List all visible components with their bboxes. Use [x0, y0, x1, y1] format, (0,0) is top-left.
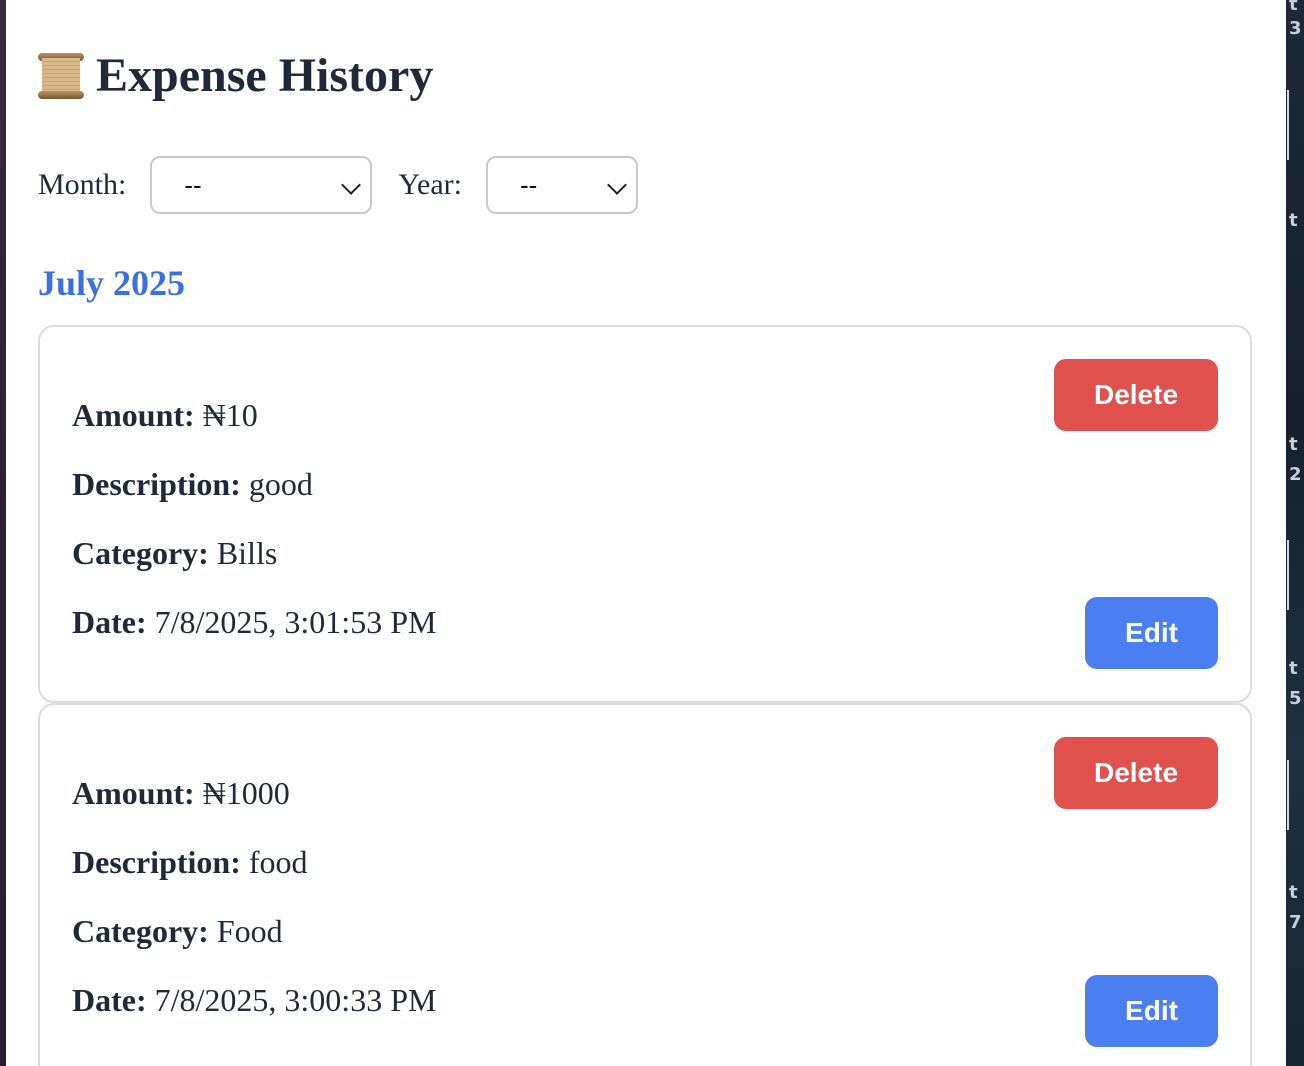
expense-date: Date: 7/8/2025, 3:01:53 PM [72, 606, 436, 638]
category-label: Category: [72, 535, 209, 571]
delete-button[interactable]: Delete [1054, 737, 1218, 809]
background-glyph: t [1289, 210, 1298, 231]
background-bar [1287, 540, 1289, 610]
month-group-heading: July 2025 [38, 263, 186, 303]
date-value: 7/8/2025, 3:00:33 PM [154, 982, 437, 1018]
year-label: Year: [398, 168, 462, 201]
amount-value: ₦1000 [202, 775, 290, 811]
desktop-background-right: t 3 t t 2 t 5 t 7 [1286, 0, 1304, 1066]
amount-value: ₦10 [202, 397, 258, 433]
background-glyph: 2 [1289, 464, 1302, 485]
background-glyph: t [1289, 434, 1298, 455]
background-bar [1287, 760, 1289, 830]
amount-label: Amount: [72, 397, 195, 433]
background-glyph: t [1289, 882, 1298, 903]
expense-description: Description: food [72, 846, 308, 878]
chevron-down-icon [341, 175, 362, 195]
expense-history-page: Expense History Month: -- Year: -- July … [6, 0, 1286, 1066]
edit-button[interactable]: Edit [1085, 597, 1218, 669]
amount-label: Amount: [72, 775, 195, 811]
category-label: Category: [72, 913, 209, 949]
expense-description: Description: good [72, 468, 313, 500]
date-label: Date: [72, 604, 147, 640]
background-glyph: 7 [1289, 912, 1302, 933]
page-title-text: Expense History [96, 49, 434, 102]
edit-button[interactable]: Edit [1085, 975, 1218, 1047]
expense-card: Amount: ₦10 Description: good Category: … [38, 325, 1252, 703]
month-select-value: -- [184, 169, 202, 200]
description-label: Description: [72, 844, 241, 880]
date-label: Date: [72, 982, 147, 1018]
page-title: Expense History [38, 52, 433, 100]
expense-category: Category: Food [72, 915, 283, 947]
expense-date: Date: 7/8/2025, 3:00:33 PM [72, 984, 436, 1016]
category-value: Food [216, 913, 283, 949]
year-select-value: -- [519, 169, 538, 200]
background-glyph: t [1289, 658, 1298, 679]
background-glyph: t [1289, 0, 1298, 15]
expense-amount: Amount: ₦10 [72, 399, 258, 431]
month-select[interactable]: -- [150, 156, 373, 214]
delete-button[interactable]: Delete [1054, 359, 1218, 431]
scroll-icon [38, 53, 84, 99]
date-value: 7/8/2025, 3:01:53 PM [154, 604, 437, 640]
background-glyph: 3 [1289, 18, 1302, 39]
background-glyph: 5 [1289, 688, 1302, 709]
date-filters: Month: -- Year: -- [38, 154, 638, 216]
expense-card: Amount: ₦1000 Description: food Category… [38, 703, 1252, 1066]
description-value: good [248, 466, 313, 502]
expense-category: Category: Bills [72, 537, 277, 569]
chevron-down-icon [607, 175, 627, 195]
year-select[interactable]: -- [485, 156, 638, 214]
category-value: Bills [216, 535, 278, 571]
description-label: Description: [72, 466, 241, 502]
expense-amount: Amount: ₦1000 [72, 777, 290, 809]
description-value: food [248, 844, 308, 880]
background-bar [1287, 90, 1289, 160]
month-label: Month: [38, 168, 127, 201]
